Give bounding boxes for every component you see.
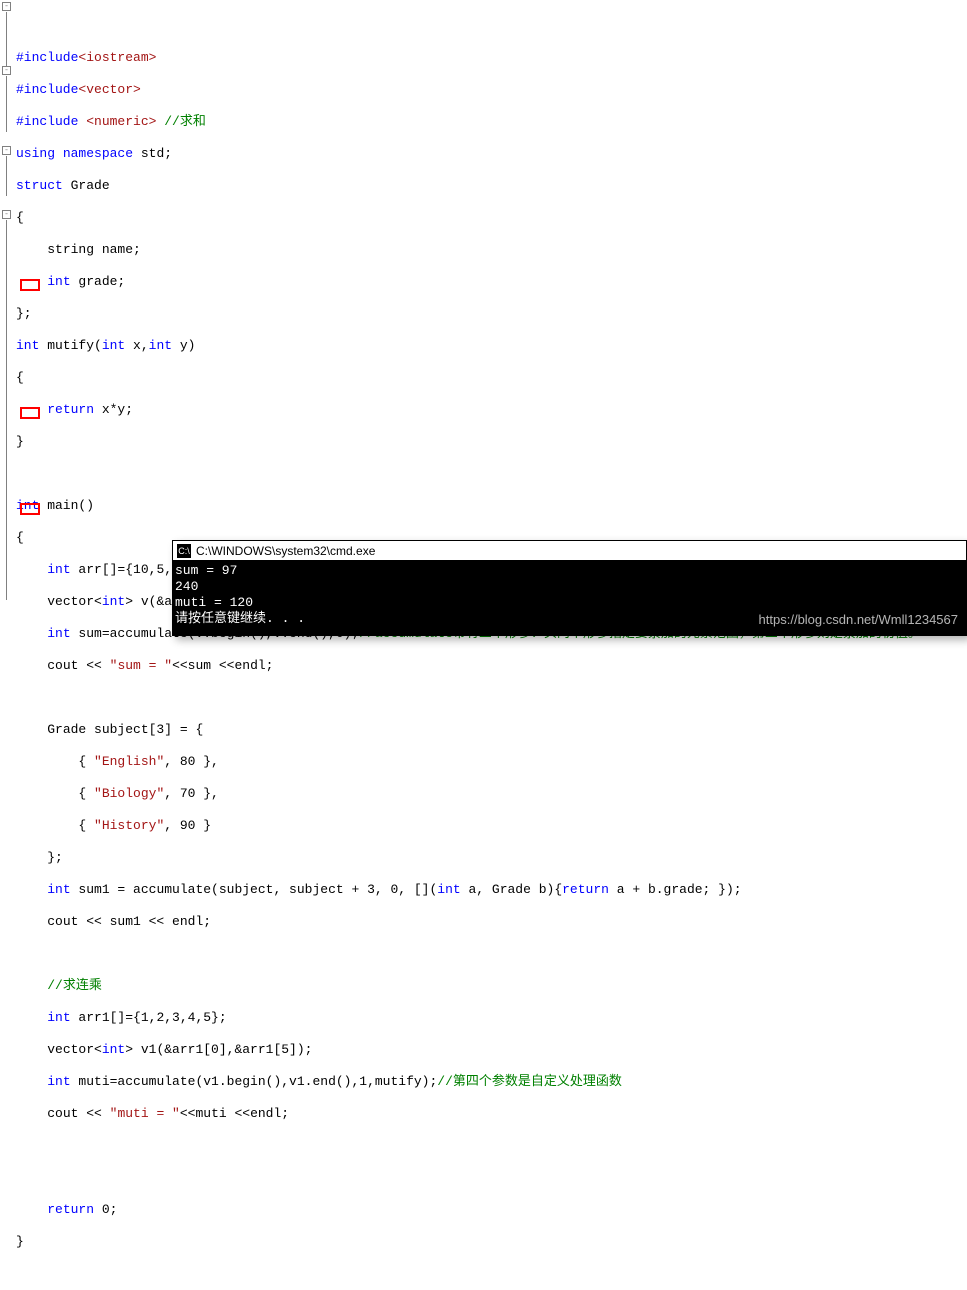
fold-icon[interactable]: - <box>2 210 11 219</box>
fold-line <box>6 12 7 68</box>
code-line[interactable]: #include<iostream> <box>16 50 967 66</box>
code-line[interactable]: #include <numeric> //求和 <box>16 114 967 130</box>
code-line[interactable]: string name; <box>16 242 967 258</box>
highlight-box <box>20 407 40 419</box>
code-line[interactable]: { "Biology", 70 }, <box>16 786 967 802</box>
fold-icon[interactable]: - <box>2 146 11 155</box>
watermark-text: https://blog.csdn.net/Wmll1234567 <box>759 612 958 627</box>
code-line[interactable]: } <box>16 434 967 450</box>
code-line[interactable]: cout << sum1 << endl; <box>16 914 967 930</box>
code-line[interactable]: int mutify(int x,int y) <box>16 338 967 354</box>
code-line[interactable]: using namespace std; <box>16 146 967 162</box>
console-line: sum = 97 <box>175 563 964 579</box>
code-line[interactable]: { <box>16 210 967 226</box>
code-line[interactable]: cout << "sum = "<<sum <<endl; <box>16 658 967 674</box>
code-line[interactable]: return 0; <box>16 1202 967 1218</box>
fold-icon[interactable]: - <box>2 66 11 75</box>
code-line[interactable]: { "English", 80 }, <box>16 754 967 770</box>
code-line[interactable]: { "History", 90 } <box>16 818 967 834</box>
code-editor[interactable]: - - - - #include<iostream> #include<vect… <box>0 0 967 1290</box>
code-line[interactable]: }; <box>16 850 967 866</box>
highlight-box <box>20 279 40 291</box>
console-titlebar[interactable]: C:\ C:\WINDOWS\system32\cmd.exe <box>173 541 966 561</box>
code-line[interactable]: struct Grade <box>16 178 967 194</box>
code-line[interactable]: #include<vector> <box>16 82 967 98</box>
code-line[interactable]: { <box>16 370 967 386</box>
console-line: muti = 120 <box>175 595 964 611</box>
code-line[interactable]: int muti=accumulate(v1.begin(),v1.end(),… <box>16 1074 967 1090</box>
highlight-box <box>20 503 40 515</box>
fold-icon[interactable]: - <box>2 2 11 11</box>
code-line[interactable] <box>16 690 967 706</box>
fold-line <box>6 76 7 132</box>
fold-line <box>6 220 7 600</box>
code-line[interactable]: int grade; <box>16 274 967 290</box>
code-line[interactable] <box>16 466 967 482</box>
fold-line <box>6 156 7 196</box>
code-line[interactable]: }; <box>16 306 967 322</box>
code-line[interactable]: //求连乘 <box>16 978 967 994</box>
code-line[interactable]: int main() <box>16 498 967 514</box>
code-line[interactable] <box>16 1138 967 1154</box>
console-window[interactable]: C:\ C:\WINDOWS\system32\cmd.exe sum = 97… <box>172 540 967 636</box>
console-title-text: C:\WINDOWS\system32\cmd.exe <box>196 541 375 561</box>
code-line[interactable] <box>16 946 967 962</box>
code-line[interactable]: vector<int> v1(&arr1[0],&arr1[5]); <box>16 1042 967 1058</box>
fold-gutter: - - - - <box>0 0 14 1290</box>
code-line[interactable]: Grade subject[3] = { <box>16 722 967 738</box>
code-line[interactable]: int arr1[]={1,2,3,4,5}; <box>16 1010 967 1026</box>
code-line[interactable]: return x*y; <box>16 402 967 418</box>
code-line[interactable] <box>16 1170 967 1186</box>
console-line: 240 <box>175 579 964 595</box>
code-line[interactable]: cout << "muti = "<<muti <<endl; <box>16 1106 967 1122</box>
code-line[interactable]: } <box>16 1234 967 1250</box>
cmd-icon: C:\ <box>177 544 191 558</box>
code-line[interactable]: int sum1 = accumulate(subject, subject +… <box>16 882 967 898</box>
